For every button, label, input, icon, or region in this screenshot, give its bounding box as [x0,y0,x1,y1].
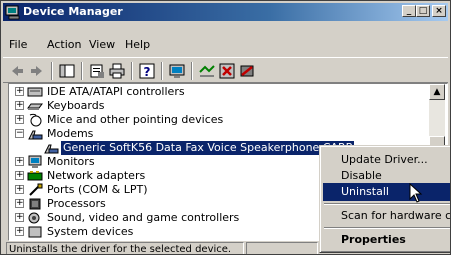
help-icon[interactable]: ? [139,63,155,79]
print-icon[interactable] [109,63,125,79]
back-arrow-icon[interactable] [9,63,25,79]
toolbar: ? [3,57,448,83]
uninstall-icon[interactable] [219,63,235,79]
properties-icon[interactable] [89,63,105,79]
tree-row-ide[interactable]: + IDE ATA/ATAPI controllers [9,85,429,99]
tree-label: IDE ATA/ATAPI controllers [47,85,185,98]
menu-properties[interactable]: Properties [323,231,450,249]
show-hide-console-tree-icon[interactable] [59,63,75,79]
expand-toggle[interactable]: + [15,199,24,208]
expand-toggle[interactable]: + [15,87,24,96]
tree-label: Processors [47,197,106,210]
device-manager-icon [5,5,20,20]
tree-row-mice[interactable]: + Mice and other pointing devices [9,113,429,127]
tree-row-keyboards[interactable]: + Keyboards [9,99,429,113]
expand-toggle[interactable]: + [15,101,24,110]
mouse-pointer-icon [409,183,423,203]
modem-icon [28,130,43,140]
tree-label: Modems [47,127,94,140]
menu-action[interactable]: Action [47,35,81,55]
sound-icon [28,212,40,224]
status-text: Uninstalls the driver for the selected d… [6,242,244,254]
toolbar-separator [131,62,133,80]
expand-toggle[interactable]: + [15,171,24,180]
network-adapter-icon [27,171,43,181]
expand-toggle[interactable]: + [15,157,24,166]
keyboard-icon [27,103,43,110]
collapse-toggle[interactable]: − [15,129,24,138]
tree-label: Generic SoftK56 Data Fax Voice Speakerph… [61,141,355,155]
monitor-icon [28,155,42,168]
svg-text:?: ? [144,65,151,79]
tree-label: System devices [47,225,134,238]
menu-view[interactable]: View [89,35,115,55]
forward-arrow-icon[interactable] [29,63,45,79]
disable-icon[interactable] [239,63,255,79]
modem-device-icon [44,144,59,154]
tree-label: Keyboards [47,99,105,112]
system-device-icon [28,226,42,238]
expand-toggle[interactable]: + [15,115,24,124]
scan-hardware-icon[interactable] [169,63,185,79]
menu-scan-hardware[interactable]: Scan for hardware changes [323,207,450,225]
title-bar[interactable]: Device Manager _ □ × [3,3,448,21]
tree-label: Ports (COM & LPT) [47,183,148,196]
tree-label: Monitors [47,155,95,168]
minimize-button[interactable]: _ [402,5,416,17]
update-driver-icon[interactable] [199,63,215,79]
tree-row-modems[interactable]: − Modems [9,127,429,141]
status-panel [246,242,318,254]
toolbar-separator [81,62,83,80]
menu-separator [324,227,450,229]
menu-separator [324,203,450,205]
expand-toggle[interactable]: + [15,213,24,222]
menu-help[interactable]: Help [125,35,150,55]
tree-label: Network adapters [47,169,146,182]
mouse-icon [29,113,42,127]
processor-icon [29,198,41,210]
toolbar-separator [191,62,193,80]
tree-label: Sound, video and game controllers [47,211,240,224]
expand-toggle[interactable]: + [15,185,24,194]
menu-file[interactable]: File [9,35,27,55]
port-icon [29,183,43,196]
device-manager-window: Device Manager _ □ × File Action View He… [0,0,451,255]
context-menu: Update Driver... Disable Uninstall Scan … [319,145,450,253]
close-button[interactable]: × [432,5,446,17]
toolbar-separator [161,62,163,80]
window-title: Device Manager [23,5,123,18]
ide-controller-icon [27,87,43,97]
toolbar-separator [51,62,53,80]
tree-label: Mice and other pointing devices [47,113,224,126]
scroll-up-button[interactable]: ▲ [429,84,445,100]
menu-uninstall[interactable]: Uninstall [323,183,450,201]
maximize-button[interactable]: □ [416,5,430,17]
expand-toggle[interactable]: + [15,227,24,236]
